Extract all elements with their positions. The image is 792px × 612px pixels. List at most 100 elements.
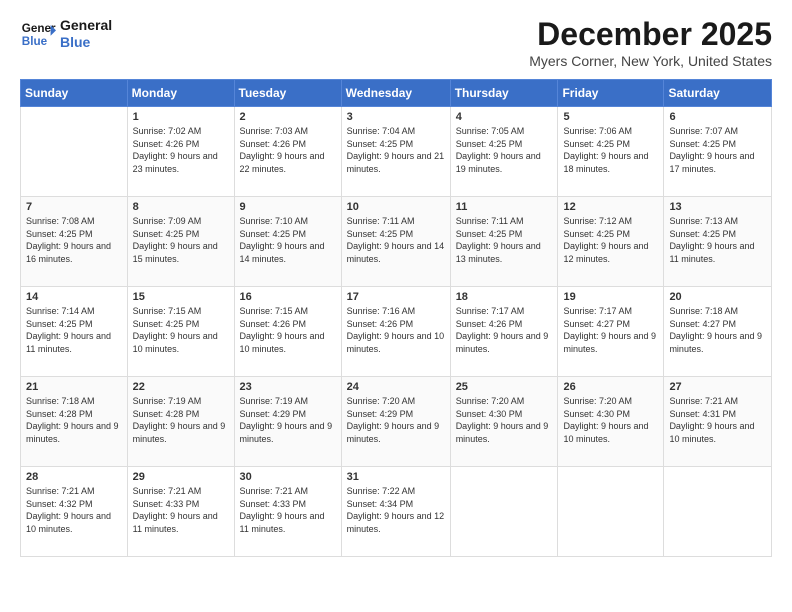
calendar-cell: 15 Sunrise: 7:15 AMSunset: 4:25 PMDayligh… — [127, 287, 234, 377]
calendar-cell: 27 Sunrise: 7:21 AMSunset: 4:31 PMDayligh… — [664, 377, 772, 467]
day-number: 16 — [240, 291, 336, 303]
day-info: Sunrise: 7:10 AMSunset: 4:25 PMDaylight:… — [240, 215, 336, 265]
day-number: 10 — [347, 201, 445, 213]
day-number: 14 — [26, 291, 122, 303]
calendar-cell: 29Sunrise: 7:21 AMSunset: 4:33 PMDayligh… — [127, 467, 234, 557]
calendar-cell: 20Sunrise: 7:18 AMSunset: 4:27 PMDayligh… — [664, 287, 772, 377]
calendar-cell: 6 Sunrise: 7:07 AMSunset: 4:25 PMDaylight… — [664, 107, 772, 197]
day-info: Sunrise: 7:03 AMSunset: 4:26 PMDaylight:… — [240, 125, 336, 175]
calendar-header-row: SundayMondayTuesdayWednesdayThursdayFrid… — [21, 80, 772, 107]
calendar-cell — [664, 467, 772, 557]
day-number: 9 — [240, 201, 336, 213]
calendar-cell: 3 Sunrise: 7:04 AMSunset: 4:25 PMDaylight… — [341, 107, 450, 197]
day-number: 30 — [240, 471, 336, 483]
calendar-cell: 25Sunrise: 7:20 AMSunset: 4:30 PMDayligh… — [450, 377, 558, 467]
calendar-cell — [21, 107, 128, 197]
day-info: Sunrise: 7:11 AMSunset: 4:25 PMDaylight:… — [347, 215, 445, 265]
calendar-cell: 28 Sunrise: 7:21 AMSunset: 4:32 PMDayligh… — [21, 467, 128, 557]
calendar-cell: 1Sunrise: 7:02 AMSunset: 4:26 PMDaylight… — [127, 107, 234, 197]
day-info: Sunrise: 7:18 AMSunset: 4:27 PMDaylight:… — [669, 305, 766, 355]
day-number: 18 — [456, 291, 553, 303]
day-info: Sunrise: 7:05 AMSunset: 4:25 PMDaylight:… — [456, 125, 553, 175]
day-number: 2 — [240, 111, 336, 123]
header-day-friday: Friday — [558, 80, 664, 107]
calendar-cell: 9 Sunrise: 7:10 AMSunset: 4:25 PMDaylight… — [234, 197, 341, 287]
day-number: 28 — [26, 471, 122, 483]
calendar-cell: 11 Sunrise: 7:11 AMSunset: 4:25 PMDayligh… — [450, 197, 558, 287]
calendar-cell: 19Sunrise: 7:17 AMSunset: 4:27 PMDayligh… — [558, 287, 664, 377]
day-number: 8 — [133, 201, 229, 213]
svg-text:Blue: Blue — [22, 35, 48, 48]
day-info: Sunrise: 7:04 AMSunset: 4:25 PMDaylight:… — [347, 125, 445, 175]
calendar-week-row: 28 Sunrise: 7:21 AMSunset: 4:32 PMDayligh… — [21, 467, 772, 557]
day-info: Sunrise: 7:22 AMSunset: 4:34 PMDaylight:… — [347, 485, 445, 535]
day-info: Sunrise: 7:16 AMSunset: 4:26 PMDaylight:… — [347, 305, 445, 355]
header-day-tuesday: Tuesday — [234, 80, 341, 107]
day-number: 6 — [669, 111, 766, 123]
day-number: 25 — [456, 381, 553, 393]
day-number: 22 — [133, 381, 229, 393]
title-area: December 2025 Myers Corner, New York, Un… — [529, 16, 772, 69]
day-info: Sunrise: 7:08 AMSunset: 4:25 PMDaylight:… — [26, 215, 122, 265]
header-day-wednesday: Wednesday — [341, 80, 450, 107]
day-info: Sunrise: 7:20 AMSunset: 4:30 PMDaylight:… — [563, 395, 658, 445]
day-info: Sunrise: 7:02 AMSunset: 4:26 PMDaylight:… — [133, 125, 229, 175]
day-info: Sunrise: 7:21 AMSunset: 4:31 PMDaylight:… — [669, 395, 766, 445]
calendar-cell: 24 Sunrise: 7:20 AMSunset: 4:29 PMDayligh… — [341, 377, 450, 467]
day-number: 7 — [26, 201, 122, 213]
calendar-table: SundayMondayTuesdayWednesdayThursdayFrid… — [20, 79, 772, 557]
day-info: Sunrise: 7:15 AMSunset: 4:25 PMDaylight:… — [133, 305, 229, 355]
day-number: 27 — [669, 381, 766, 393]
day-info: Sunrise: 7:07 AMSunset: 4:25 PMDaylight:… — [669, 125, 766, 175]
day-info: Sunrise: 7:17 AMSunset: 4:26 PMDaylight:… — [456, 305, 553, 355]
logo-text-line1: General — [60, 17, 112, 34]
day-info: Sunrise: 7:21 AMSunset: 4:33 PMDaylight:… — [240, 485, 336, 535]
page-header: General Blue General Blue December 2025 … — [20, 16, 772, 69]
calendar-cell: 21Sunrise: 7:18 AMSunset: 4:28 PMDayligh… — [21, 377, 128, 467]
header-day-monday: Monday — [127, 80, 234, 107]
calendar-cell: 22 Sunrise: 7:19 AMSunset: 4:28 PMDayligh… — [127, 377, 234, 467]
day-number: 5 — [563, 111, 658, 123]
calendar-cell: 26 Sunrise: 7:20 AMSunset: 4:30 PMDayligh… — [558, 377, 664, 467]
calendar-cell: 14Sunrise: 7:14 AMSunset: 4:25 PMDayligh… — [21, 287, 128, 377]
day-info: Sunrise: 7:19 AMSunset: 4:28 PMDaylight:… — [133, 395, 229, 445]
day-number: 19 — [563, 291, 658, 303]
header-day-thursday: Thursday — [450, 80, 558, 107]
logo-text-line2: Blue — [60, 34, 112, 51]
calendar-cell: 31 Sunrise: 7:22 AMSunset: 4:34 PMDayligh… — [341, 467, 450, 557]
day-number: 13 — [669, 201, 766, 213]
day-info: Sunrise: 7:15 AMSunset: 4:26 PMDaylight:… — [240, 305, 336, 355]
calendar-cell: 10 Sunrise: 7:11 AMSunset: 4:25 PMDayligh… — [341, 197, 450, 287]
calendar-title: December 2025 — [529, 16, 772, 53]
day-number: 17 — [347, 291, 445, 303]
day-info: Sunrise: 7:18 AMSunset: 4:28 PMDaylight:… — [26, 395, 122, 445]
day-number: 15 — [133, 291, 229, 303]
calendar-cell: 2 Sunrise: 7:03 AMSunset: 4:26 PMDaylight… — [234, 107, 341, 197]
calendar-week-row: 21Sunrise: 7:18 AMSunset: 4:28 PMDayligh… — [21, 377, 772, 467]
calendar-cell: 4 Sunrise: 7:05 AMSunset: 4:25 PMDaylight… — [450, 107, 558, 197]
day-info: Sunrise: 7:09 AMSunset: 4:25 PMDaylight:… — [133, 215, 229, 265]
day-number: 3 — [347, 111, 445, 123]
calendar-cell — [558, 467, 664, 557]
day-number: 31 — [347, 471, 445, 483]
day-number: 24 — [347, 381, 445, 393]
day-info: Sunrise: 7:20 AMSunset: 4:29 PMDaylight:… — [347, 395, 445, 445]
calendar-week-row: 7 Sunrise: 7:08 AMSunset: 4:25 PMDaylight… — [21, 197, 772, 287]
calendar-cell — [450, 467, 558, 557]
logo: General Blue General Blue — [20, 16, 112, 52]
day-info: Sunrise: 7:21 AMSunset: 4:32 PMDaylight:… — [26, 485, 122, 535]
day-info: Sunrise: 7:21 AMSunset: 4:33 PMDaylight:… — [133, 485, 229, 535]
calendar-cell: 8 Sunrise: 7:09 AMSunset: 4:25 PMDaylight… — [127, 197, 234, 287]
day-info: Sunrise: 7:06 AMSunset: 4:25 PMDaylight:… — [563, 125, 658, 175]
calendar-cell: 7 Sunrise: 7:08 AMSunset: 4:25 PMDaylight… — [21, 197, 128, 287]
calendar-subtitle: Myers Corner, New York, United States — [529, 53, 772, 69]
calendar-cell: 12Sunrise: 7:12 AMSunset: 4:25 PMDayligh… — [558, 197, 664, 287]
day-info: Sunrise: 7:11 AMSunset: 4:25 PMDaylight:… — [456, 215, 553, 265]
day-number: 11 — [456, 201, 553, 213]
logo-icon: General Blue — [20, 16, 56, 52]
day-number: 26 — [563, 381, 658, 393]
calendar-week-row: 14Sunrise: 7:14 AMSunset: 4:25 PMDayligh… — [21, 287, 772, 377]
header-day-saturday: Saturday — [664, 80, 772, 107]
day-number: 4 — [456, 111, 553, 123]
day-number: 23 — [240, 381, 336, 393]
